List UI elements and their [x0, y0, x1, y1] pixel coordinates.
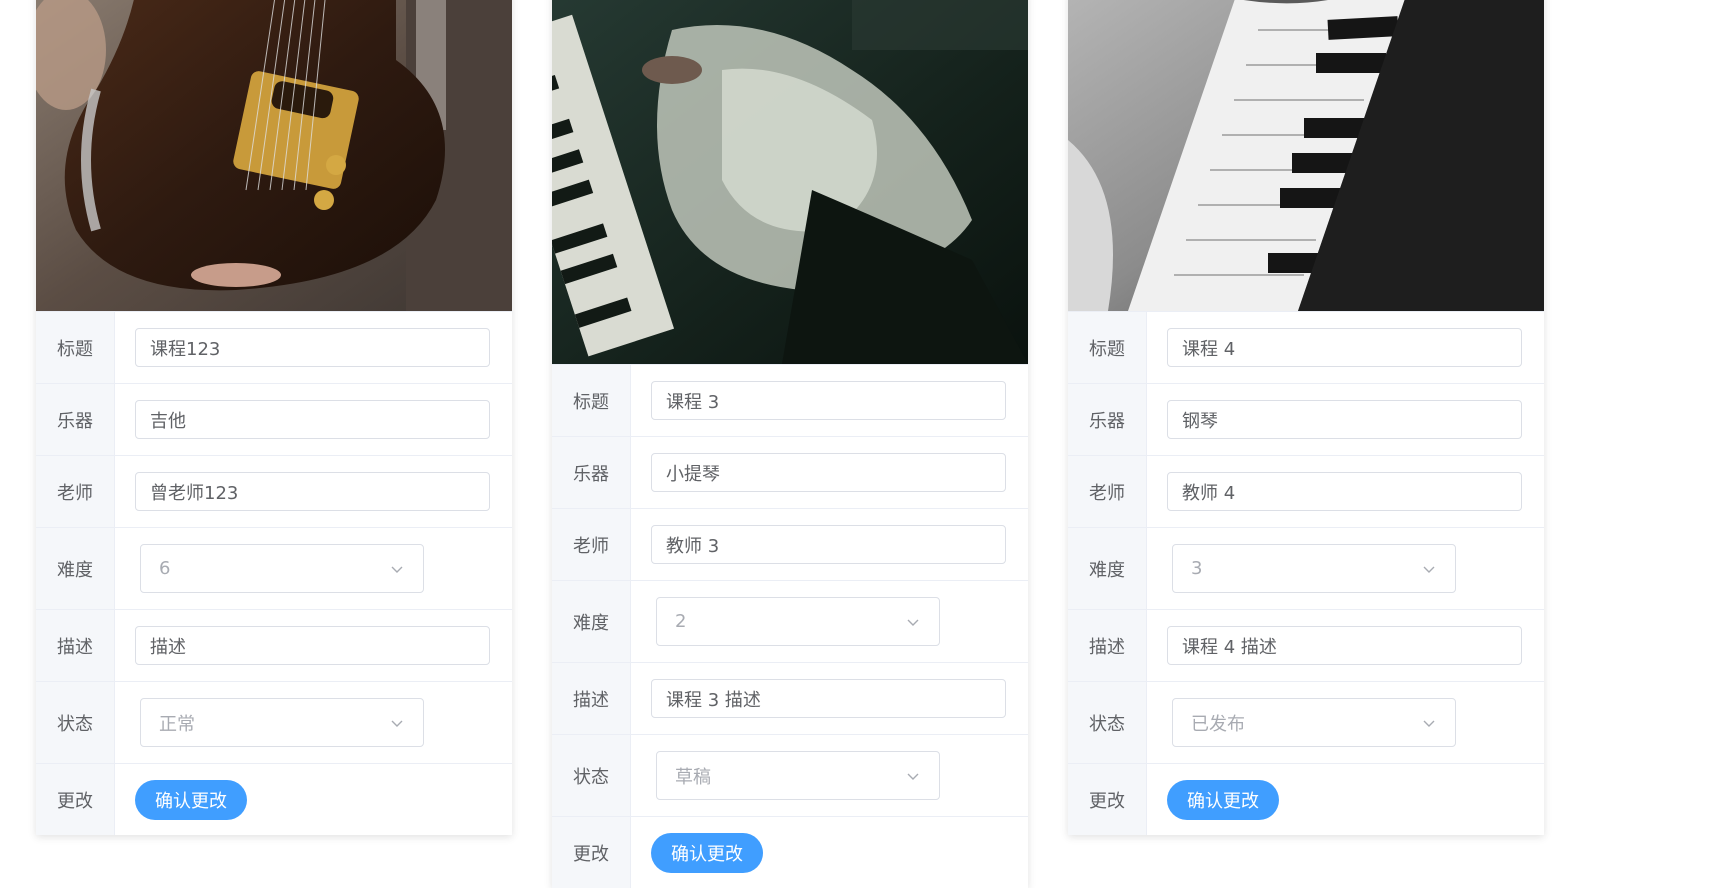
course-form: 标题 课程123 乐器 吉他 老师 曾老师123 难度 6 描述 描述 状态 正…: [36, 311, 512, 835]
description-label: 描述: [1068, 610, 1147, 681]
status-value: 已发布: [1191, 713, 1245, 735]
piano-player-photo: [552, 0, 1028, 364]
teacher-label: 老师: [552, 509, 631, 580]
status-select[interactable]: 草稿: [656, 751, 940, 800]
change-label: 更改: [552, 817, 631, 888]
confirm-change-button[interactable]: 确认更改: [651, 832, 763, 873]
instrument-input[interactable]: 钢琴: [1167, 400, 1522, 439]
description-input[interactable]: 课程 4 描述: [1167, 626, 1522, 665]
teacher-input[interactable]: 曾老师123: [135, 472, 490, 511]
instrument-input[interactable]: 小提琴: [651, 453, 1006, 492]
difficulty-label: 难度: [36, 528, 115, 609]
teacher-row: 老师 曾老师123: [36, 455, 512, 527]
electric-guitar-photo: [36, 0, 512, 311]
difficulty-row: 难度 6: [36, 527, 512, 609]
piano-keys-photo: [1068, 0, 1544, 311]
instrument-row: 乐器 小提琴: [552, 436, 1028, 508]
chevron-down-icon: [1421, 715, 1437, 731]
title-input[interactable]: 课程123: [135, 328, 490, 367]
difficulty-row: 难度 2: [552, 580, 1028, 662]
difficulty-value: 2: [675, 611, 687, 632]
change-label: 更改: [36, 764, 115, 835]
description-input[interactable]: 描述: [135, 626, 490, 665]
description-row: 描述 描述: [36, 609, 512, 681]
title-label: 标题: [1068, 312, 1147, 383]
difficulty-value: 6: [159, 558, 171, 579]
instrument-row: 乐器 钢琴: [1068, 383, 1544, 455]
instrument-label: 乐器: [1068, 384, 1147, 455]
status-select[interactable]: 正常: [140, 698, 424, 747]
description-label: 描述: [552, 663, 631, 734]
teacher-input[interactable]: 教师 3: [651, 525, 1006, 564]
status-select[interactable]: 已发布: [1172, 698, 1456, 747]
change-row: 更改 确认更改: [1068, 763, 1544, 835]
status-label: 状态: [552, 735, 631, 816]
status-row: 状态 草稿: [552, 734, 1028, 816]
description-row: 描述 课程 3 描述: [552, 662, 1028, 734]
teacher-label: 老师: [1068, 456, 1147, 527]
difficulty-row: 难度 3: [1068, 527, 1544, 609]
instrument-label: 乐器: [552, 437, 631, 508]
difficulty-label: 难度: [1068, 528, 1147, 609]
title-row: 标题 课程123: [36, 311, 512, 383]
instrument-label: 乐器: [36, 384, 115, 455]
chevron-down-icon: [905, 768, 921, 784]
difficulty-label: 难度: [552, 581, 631, 662]
title-row: 标题 课程 3: [552, 364, 1028, 436]
confirm-change-button[interactable]: 确认更改: [135, 779, 247, 820]
change-label: 更改: [1068, 764, 1147, 835]
teacher-row: 老师 教师 4: [1068, 455, 1544, 527]
confirm-change-button[interactable]: 确认更改: [1167, 779, 1279, 820]
difficulty-select[interactable]: 6: [140, 544, 424, 593]
description-label: 描述: [36, 610, 115, 681]
status-row: 状态 已发布: [1068, 681, 1544, 763]
course-form: 标题 课程 3 乐器 小提琴 老师 教师 3 难度 2 描述 课程 3 描述 状…: [552, 364, 1028, 888]
difficulty-select[interactable]: 2: [656, 597, 940, 646]
title-label: 标题: [36, 312, 115, 383]
instrument-row: 乐器 吉他: [36, 383, 512, 455]
description-input[interactable]: 课程 3 描述: [651, 679, 1006, 718]
course-card: 标题 课程 4 乐器 钢琴 老师 教师 4 难度 3 描述 课程 4 描述 状态: [1068, 0, 1544, 835]
title-input[interactable]: 课程 3: [651, 381, 1006, 420]
chevron-down-icon: [389, 561, 405, 577]
instrument-input[interactable]: 吉他: [135, 400, 490, 439]
title-input[interactable]: 课程 4: [1167, 328, 1522, 367]
course-card: 标题 课程123 乐器 吉他 老师 曾老师123 难度 6 描述 描述 状态 正…: [36, 0, 512, 835]
status-value: 正常: [159, 713, 195, 735]
teacher-input[interactable]: 教师 4: [1167, 472, 1522, 511]
description-row: 描述 课程 4 描述: [1068, 609, 1544, 681]
status-label: 状态: [36, 682, 115, 763]
chevron-down-icon: [1421, 561, 1437, 577]
chevron-down-icon: [905, 614, 921, 630]
course-card: 标题 课程 3 乐器 小提琴 老师 教师 3 难度 2 描述 课程 3 描述 状…: [552, 0, 1028, 888]
status-value: 草稿: [675, 766, 711, 788]
chevron-down-icon: [389, 715, 405, 731]
title-label: 标题: [552, 365, 631, 436]
teacher-label: 老师: [36, 456, 115, 527]
difficulty-select[interactable]: 3: [1172, 544, 1456, 593]
status-label: 状态: [1068, 682, 1147, 763]
teacher-row: 老师 教师 3: [552, 508, 1028, 580]
title-row: 标题 课程 4: [1068, 311, 1544, 383]
course-form: 标题 课程 4 乐器 钢琴 老师 教师 4 难度 3 描述 课程 4 描述 状态: [1068, 311, 1544, 835]
change-row: 更改 确认更改: [552, 816, 1028, 888]
status-row: 状态 正常: [36, 681, 512, 763]
difficulty-value: 3: [1191, 558, 1203, 579]
change-row: 更改 确认更改: [36, 763, 512, 835]
